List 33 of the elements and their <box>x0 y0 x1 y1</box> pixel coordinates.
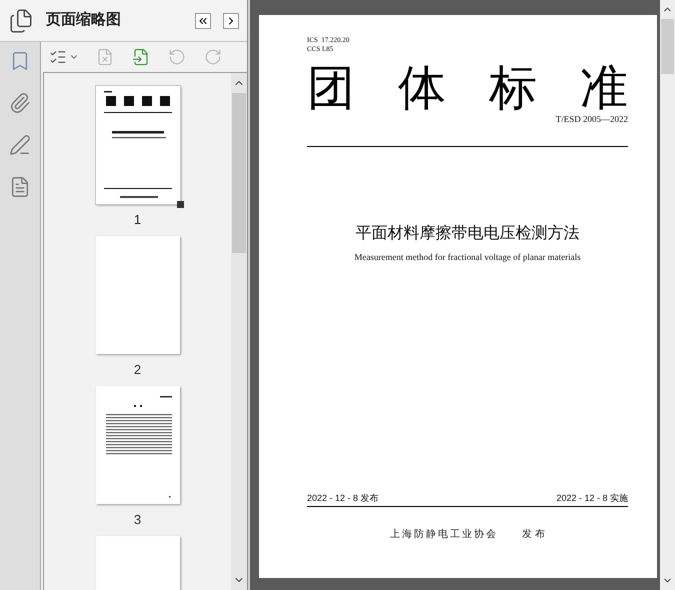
pen-icon <box>9 134 31 156</box>
page-insert-icon <box>132 48 150 66</box>
rotate-left-icon <box>168 48 186 66</box>
panel-title: 页面缩略图 <box>46 10 122 30</box>
scrollbar[interactable] <box>660 0 675 590</box>
list-icon <box>49 48 67 66</box>
scrollbar-thumb[interactable] <box>232 93 246 253</box>
page-number: 3 <box>134 511 142 529</box>
paperclip-icon <box>9 92 31 114</box>
resize-handle[interactable] <box>176 201 184 208</box>
issue-date: 2022 - 12 - 8 发布 <box>307 492 379 504</box>
collapse-button[interactable] <box>195 12 211 28</box>
page-thumbnail[interactable] <box>96 386 180 504</box>
attachments-button[interactable] <box>9 92 31 114</box>
standard-heading: 团 体 标 准 <box>307 62 628 114</box>
document-title: 平面材料摩擦带电电压检测方法 <box>356 222 580 244</box>
page-thumbnail[interactable] <box>96 236 180 354</box>
scrollbar[interactable] <box>231 73 247 590</box>
standard-number: T/ESD 2005—2022 <box>556 114 628 125</box>
next-button[interactable] <box>223 12 239 28</box>
pages-icon <box>8 8 34 34</box>
rotate-right-icon <box>204 48 222 66</box>
scrollbar-thumb[interactable] <box>661 19 674 74</box>
document-icon <box>9 176 31 198</box>
layers-button[interactable] <box>9 176 31 198</box>
publisher: 上海防静电工业协会 <box>390 528 498 542</box>
document-subtitle: Measurement method for fractional voltage of planar materials <box>354 251 581 264</box>
page-number: 1 <box>134 211 142 229</box>
effective-date: 2022 - 12 - 8 实施 <box>556 492 628 504</box>
page-number: 2 <box>134 361 142 379</box>
signatures-button[interactable] <box>9 134 31 156</box>
page-remove-icon <box>96 48 114 66</box>
publish-label: 发 布 <box>522 528 546 542</box>
